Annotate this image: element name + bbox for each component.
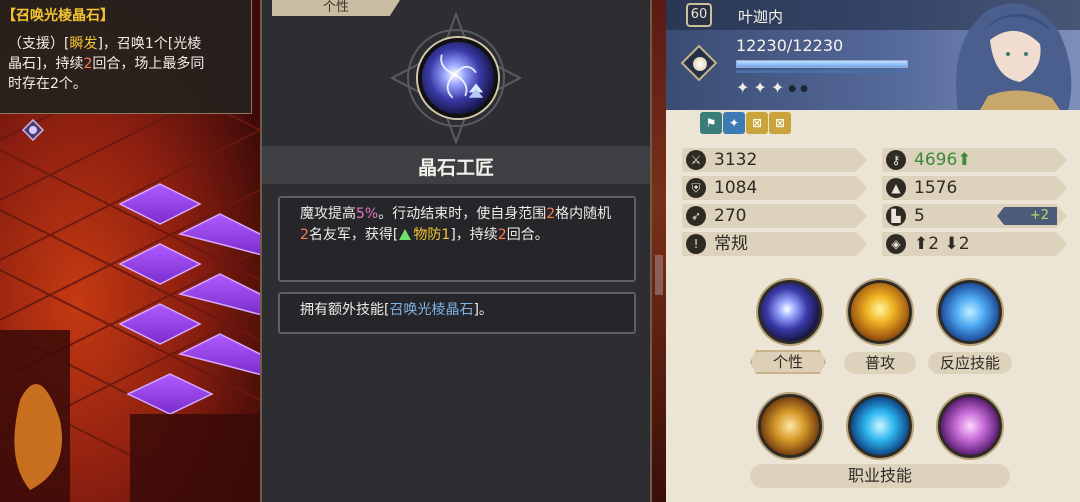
extra-skill-link[interactable]: 召唤光棱晶石 [389,302,473,318]
duration-number: 2 [497,227,507,243]
bow-icon: ➶ [686,206,706,226]
job-skill-3-button[interactable] [938,394,1002,458]
keyword-instant: 瞬发 [69,36,98,52]
desc-text: 回合，场上最多同 [92,56,205,72]
character-panel: 60 叶迦内 12230/12230 ✦✦✦●● ⚑ ✦ ⊠ ⊠ ⚔ 3132 ⚷ 4… [666,0,1080,502]
desc-text: ]，召唤1个[光棱 [97,36,202,52]
elevation-down: ⬇2 [944,234,970,254]
character-name: 叶迦内 [738,8,784,26]
buff-triangle-icon [399,229,412,240]
desc-text: 名友军，获得[ [308,227,399,243]
desc-text: 格内随机 [555,206,612,222]
star-off: ●● [788,84,812,94]
stat-magic-attack: ⚷ 4696⬆ [882,148,1067,172]
magic-staff-icon: ⚷ [886,150,906,170]
talent-skill-button[interactable] [758,280,822,344]
level-badge: 60 [686,3,712,27]
talent-extra-skill-desc: 拥有额外技能[召唤光棱晶石]。 [278,292,636,334]
talent-name: 晶石工匠 [417,157,494,179]
stat-range-value: 270 [714,206,747,226]
shield-icon: ⛨ [686,178,706,198]
elevation-icon: ◈ [886,234,906,254]
boot-icon: ▙ [886,206,906,226]
talent-panel: 个性 晶石工匠 魔攻提高5%。行动结束时，使自身范围2格内随机2名友军，获得[物… [260,0,652,502]
cross-icon[interactable]: ⊠ [769,112,791,134]
wing-icon[interactable]: ✦ [723,112,745,134]
stat-range: ➶ 270 [682,204,867,228]
map-edge-highlight [655,255,663,295]
wizard-hat-icon: ▲ [886,178,906,198]
talent-effect-desc: 魔攻提高5%。行动结束时，使自身范围2格内随机2名友军，获得[物防1]，持续2回… [278,196,636,282]
elevation-up: ⬆2 [914,234,940,254]
normal-attack-label[interactable]: 普攻 [844,352,916,374]
bonus-percent: 5% [356,206,379,222]
crystal-badge-icon[interactable] [22,119,44,141]
stat-movement: ▙ 5 +2 [882,204,1067,228]
magic-attack-number: 4696 [914,150,958,170]
normal-attack-button[interactable] [848,280,912,344]
skill-tooltip: 【召唤光棱晶石】 （支援）[瞬发]，召唤1个[光棱 晶石]，持续2回合，场上最多… [0,0,252,114]
skill-tooltip-title: 【召唤光棱晶石】 [2,8,114,24]
job-skill-1-button[interactable] [758,394,822,458]
cross-icon[interactable]: ⊠ [746,112,768,134]
alert-icon: ! [686,234,706,254]
star-rating: ✦✦✦●● [736,78,812,97]
desc-text: 晶石]，持续 [8,56,84,72]
stat-elevation-value: ⬆2 ⬇2 [914,232,970,256]
stat-defense: ⛨ 1084 [682,176,867,200]
range-number: 2 [546,206,556,222]
stat-magic-defense-value: 1576 [914,178,958,198]
hp-sub-bar [736,70,908,73]
skill-tooltip-desc: （支援）[瞬发]，召唤1个[光棱 晶石]，持续2回合，场上最多同 时存在2个。 [8,34,246,94]
job-skill-2-button[interactable] [848,394,912,458]
sword-icon: ⚔ [686,150,706,170]
stat-magic-attack-value: 4696⬆ [914,148,972,172]
desc-text: （支援）[ [8,36,70,52]
buff-name: 物防1 [413,227,451,243]
desc-text: 。行动结束时，使自身范围 [378,206,547,222]
sprint-icon[interactable]: ⚑ [700,112,722,134]
desc-text: 时存在2个。 [8,76,87,92]
map-edge-strip [652,0,666,502]
crystal-swirl-icon [418,38,498,118]
stat-attack-value: 3132 [714,150,758,170]
up-arrow-icon: ⬆ [957,150,972,170]
talent-skill-label[interactable]: 个性 [750,350,826,374]
star-on: ✦✦✦ [736,78,789,97]
movement-bonus-badge: +2 [997,207,1057,225]
desc-text: 回合。 [506,227,549,243]
stat-type: ! 常规 [682,232,867,256]
hp-bar-fill [737,61,907,67]
reaction-skill-button[interactable] [938,280,1002,344]
character-portrait [956,3,1072,110]
desc-text: ]，持续 [450,227,498,243]
buff-list: ⚑ ✦ ⊠ ⊠ [700,112,792,134]
desc-text: 拥有额外技能[ [300,302,390,318]
stat-attack: ⚔ 3132 [682,148,867,172]
stat-type-value: 常规 [714,234,748,254]
battle-map[interactable]: 【召唤光棱晶石】 （支援）[瞬发]，召唤1个[光棱 晶石]，持续2回合，场上最多… [0,0,262,502]
talent-tab[interactable]: 个性 [272,0,400,16]
reaction-skill-label[interactable]: 反应技能 [928,352,1012,374]
ally-count: 2 [300,227,309,243]
job-skill-label: 职业技能 [750,464,1010,488]
class-sun-icon [693,57,707,71]
desc-text: ]。 [473,302,493,318]
hp-bar [736,60,908,68]
stat-elevation: ◈ ⬆2 ⬇2 [882,232,1067,256]
stat-movement-value: 5 [914,206,925,226]
stat-defense-value: 1084 [714,178,758,198]
desc-text: 魔攻提高 [300,206,356,222]
hp-value: 12230/12230 [736,36,844,55]
stat-magic-defense: ▲ 1576 [882,176,1067,200]
